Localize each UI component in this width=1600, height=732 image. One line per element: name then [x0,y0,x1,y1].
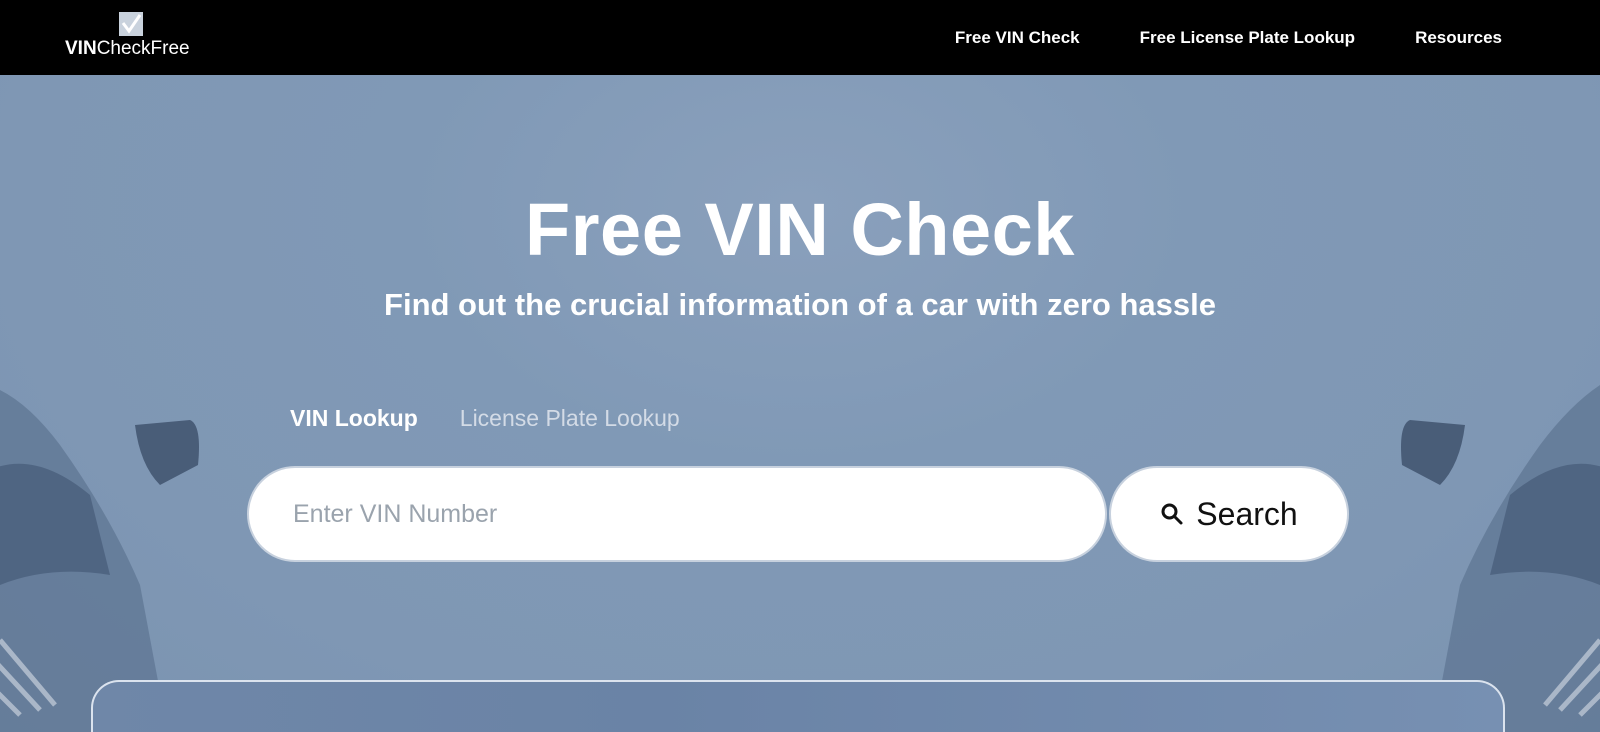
car-front-left-image [0,390,199,732]
search-button[interactable]: Search [1109,466,1349,562]
main-nav: Free VIN Check Free License Plate Lookup… [955,0,1502,75]
nav-resources[interactable]: Resources [1415,28,1502,48]
logo-text-regular: CheckFree [96,38,190,59]
tab-license-plate-lookup[interactable]: License Plate Lookup [460,405,680,432]
logo-text: VINCheckFree [65,38,190,60]
page-title: Free VIN Check [525,188,1075,271]
hero-section: Free VIN Check Find out the crucial info… [0,75,1600,732]
top-navigation-bar: VINCheckFree Free VIN Check Free License… [0,0,1600,75]
results-panel-top [91,680,1505,732]
site-logo[interactable]: VINCheckFree [64,10,204,62]
nav-free-vin-check[interactable]: Free VIN Check [955,28,1080,48]
search-icon [1161,503,1183,525]
tab-vin-lookup[interactable]: VIN Lookup [290,405,418,432]
car-front-right-image [1401,385,1600,732]
logo-text-bold: VIN [65,38,97,59]
lookup-tabs: VIN Lookup License Plate Lookup [290,405,680,432]
nav-free-license-plate-lookup[interactable]: Free License Plate Lookup [1140,28,1355,48]
page-subtitle: Find out the crucial information of a ca… [384,287,1216,322]
search-button-label: Search [1196,495,1298,532]
checkmark-logo-icon [119,12,143,36]
vin-search-input[interactable] [247,466,1107,562]
